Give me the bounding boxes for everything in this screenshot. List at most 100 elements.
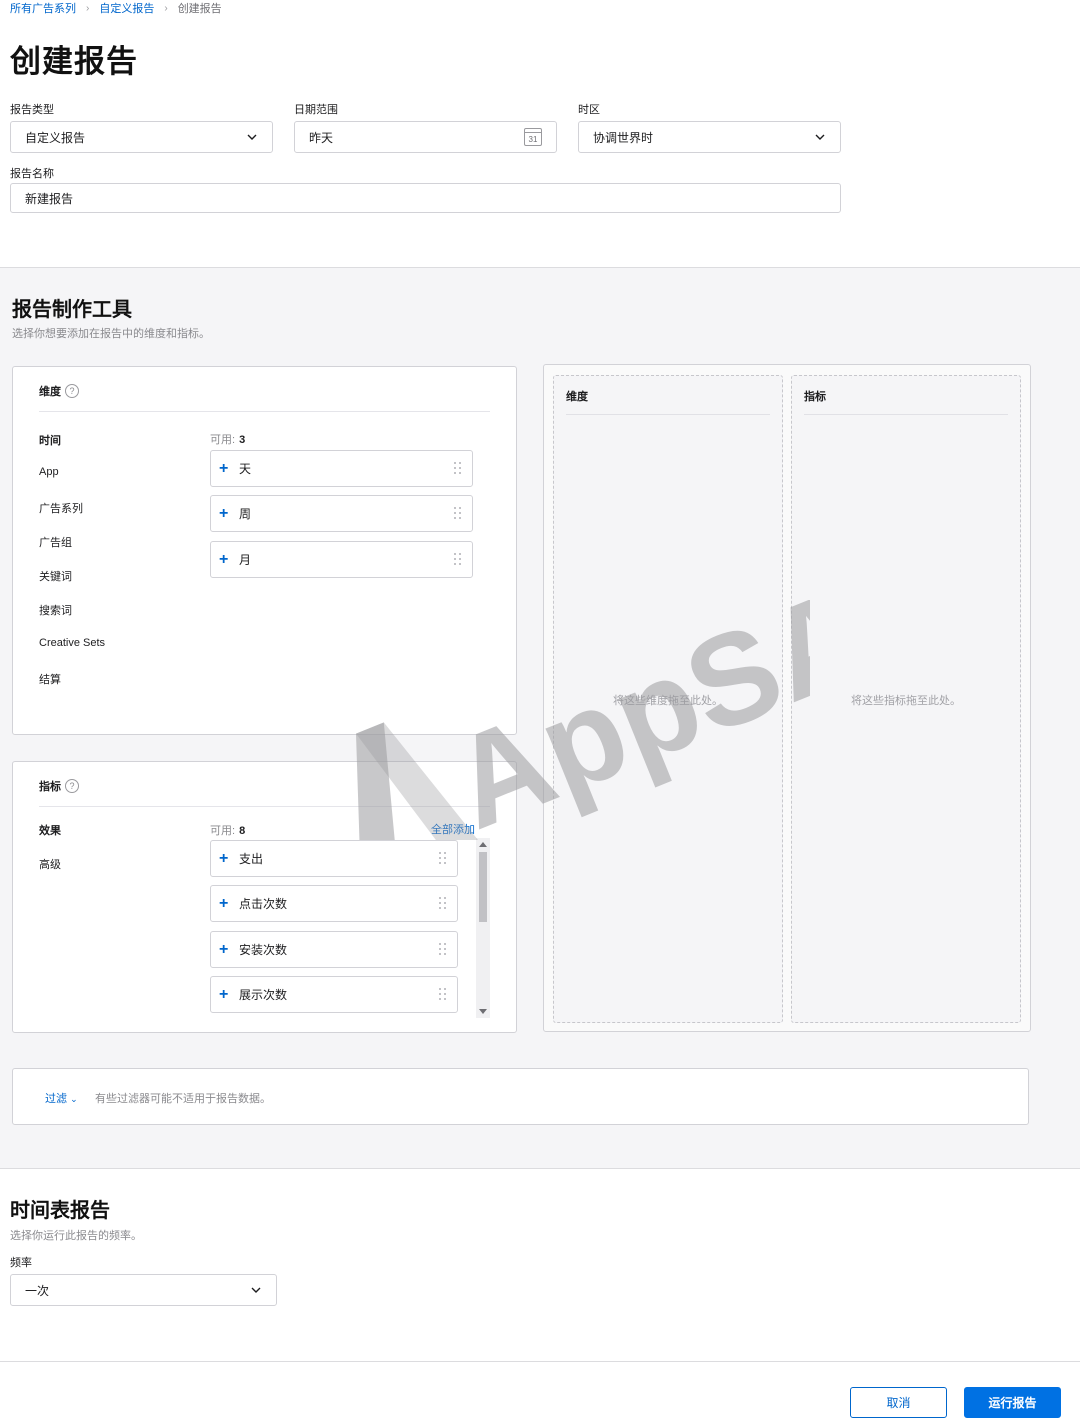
builder-subtitle: 选择你想要添加在报告中的维度和指标。: [12, 328, 210, 340]
breadcrumb-custom-reports[interactable]: 自定义报告: [99, 0, 154, 16]
drag-handle-icon[interactable]: [439, 988, 447, 1002]
help-icon[interactable]: ?: [65, 384, 79, 398]
dimension-category-search-term[interactable]: 搜索词: [39, 602, 72, 618]
drag-handle-icon[interactable]: [439, 852, 447, 866]
metric-category-performance[interactable]: 效果: [39, 822, 61, 838]
filter-bar: 过滤 ⌄ 有些过滤器可能不适用于报告数据。: [12, 1068, 1029, 1125]
frequency-select[interactable]: 一次: [10, 1274, 277, 1306]
drag-handle-icon[interactable]: [454, 507, 462, 521]
metric-chip-taps[interactable]: + 点击次数: [210, 885, 458, 922]
breadcrumb-current: 创建报告: [177, 3, 222, 15]
frequency-value: 一次: [25, 1283, 50, 1298]
dimension-category-creative-sets[interactable]: Creative Sets: [39, 637, 105, 649]
scroll-up-icon[interactable]: [479, 842, 487, 847]
plus-icon: +: [219, 459, 229, 477]
selected-fields-area: 维度 将这些维度拖至此处。 指标 将这些指标拖至此处。: [543, 364, 1031, 1032]
metric-category-advanced[interactable]: 高级: [39, 856, 61, 872]
metric-chip-installs[interactable]: + 安装次数: [210, 931, 458, 968]
dimension-category-campaign[interactable]: 广告系列: [39, 500, 83, 516]
divider: [566, 414, 770, 415]
available-label: 可用:: [210, 825, 236, 837]
drag-handle-icon[interactable]: [439, 897, 447, 911]
date-range-value: 昨天: [309, 130, 334, 145]
timezone-value: 协调世界时: [593, 130, 654, 145]
dimensions-heading: 维度 ?: [39, 383, 79, 399]
dimension-category-time[interactable]: 时间: [39, 432, 61, 448]
available-label: 可用:: [210, 434, 236, 446]
metrics-drop-zone[interactable]: 指标 将这些指标拖至此处。: [791, 375, 1021, 1023]
date-range-input[interactable]: 昨天 31: [294, 121, 557, 153]
drop-metrics-title: 指标: [804, 391, 826, 403]
drop-metrics-hint: 将这些指标拖至此处。: [851, 695, 961, 707]
dimensions-panel: 维度 ? 时间 App 广告系列 广告组 关键词 搜索词 Creative Se…: [12, 366, 517, 735]
filter-toggle[interactable]: 过滤 ⌄: [45, 1090, 78, 1106]
plus-icon: +: [219, 550, 229, 568]
calendar-icon[interactable]: 31: [524, 128, 542, 146]
plus-icon: +: [219, 894, 229, 912]
drop-dimensions-title: 维度: [566, 391, 588, 403]
dimension-category-keyword[interactable]: 关键词: [39, 568, 72, 584]
filter-label: 过滤: [45, 1093, 67, 1105]
dimension-category-adgroup[interactable]: 广告组: [39, 534, 72, 550]
breadcrumb-separator-icon: ›: [164, 2, 168, 14]
builder-title: 报告制作工具: [12, 299, 132, 321]
chip-label: 安装次数: [239, 943, 288, 957]
date-range-label: 日期范围: [294, 104, 338, 116]
filter-note: 有些过滤器可能不适用于报告数据。: [95, 1093, 271, 1105]
available-count: 3: [239, 434, 246, 446]
dimensions-drop-zone[interactable]: 维度 将这些维度拖至此处。: [553, 375, 783, 1023]
drag-handle-icon[interactable]: [454, 553, 462, 567]
timezone-select[interactable]: 协调世界时: [578, 121, 841, 153]
help-icon[interactable]: ?: [65, 779, 79, 793]
drag-handle-icon[interactable]: [454, 462, 462, 476]
divider: [39, 411, 490, 412]
available-count: 8: [239, 825, 246, 837]
chevron-down-icon: ⌄: [70, 1094, 78, 1104]
dimension-chip-day[interactable]: + 天: [210, 450, 473, 487]
breadcrumb: 所有广告系列 › 自定义报告 › 创建报告: [10, 0, 222, 16]
timezone-label: 时区: [578, 104, 600, 116]
drag-handle-icon[interactable]: [439, 943, 447, 957]
cancel-button[interactable]: 取消: [850, 1387, 947, 1418]
dimension-category-app[interactable]: App: [39, 466, 59, 478]
chip-label: 展示次数: [239, 988, 288, 1002]
metrics-title: 指标: [39, 781, 61, 793]
plus-icon: +: [219, 940, 229, 958]
chip-label: 支出: [239, 852, 264, 866]
page-title: 创建报告: [10, 44, 138, 79]
schedule-subtitle: 选择你运行此报告的频率。: [10, 1230, 142, 1242]
report-name-input[interactable]: 新建报告: [10, 183, 841, 213]
plus-icon: +: [219, 849, 229, 867]
metric-chip-spend[interactable]: + 支出: [210, 840, 458, 877]
metrics-panel: 指标 ? 效果 高级 可用: 8 全部添加 + 支出 + 点击次数 + 安装次数 …: [12, 761, 517, 1033]
plus-icon: +: [219, 985, 229, 1003]
divider: [804, 414, 1008, 415]
drop-dimensions-hint: 将这些维度拖至此处。: [613, 695, 723, 707]
scroll-down-icon[interactable]: [479, 1009, 487, 1014]
chip-label: 月: [239, 553, 252, 567]
report-type-select[interactable]: 自定义报告: [10, 121, 273, 153]
scrollbar-thumb[interactable]: [479, 852, 487, 922]
chevron-down-icon: [251, 1287, 261, 1293]
metrics-scrollbar[interactable]: [476, 838, 490, 1018]
chip-label: 天: [239, 462, 252, 476]
dimension-chip-month[interactable]: + 月: [210, 541, 473, 578]
report-type-value: 自定义报告: [25, 130, 86, 145]
metrics-heading: 指标 ?: [39, 778, 79, 794]
dimensions-available: 可用: 3: [210, 431, 245, 447]
breadcrumb-all-campaigns[interactable]: 所有广告系列: [10, 0, 76, 16]
metrics-available: 可用: 8: [210, 822, 245, 838]
add-all-metrics-link[interactable]: 全部添加: [431, 821, 475, 837]
chip-label: 周: [239, 507, 252, 521]
plus-icon: +: [219, 504, 229, 522]
dimension-chip-week[interactable]: + 周: [210, 495, 473, 532]
dimension-category-billing[interactable]: 结算: [39, 671, 61, 687]
run-report-button[interactable]: 运行报告: [964, 1387, 1061, 1418]
breadcrumb-separator-icon: ›: [86, 2, 90, 14]
chevron-down-icon: [815, 134, 825, 140]
chevron-down-icon: [247, 134, 257, 140]
metric-chip-impressions[interactable]: + 展示次数: [210, 976, 458, 1013]
schedule-title: 时间表报告: [10, 1200, 110, 1222]
dimensions-title: 维度: [39, 386, 61, 398]
footer-divider: [0, 1361, 1080, 1362]
